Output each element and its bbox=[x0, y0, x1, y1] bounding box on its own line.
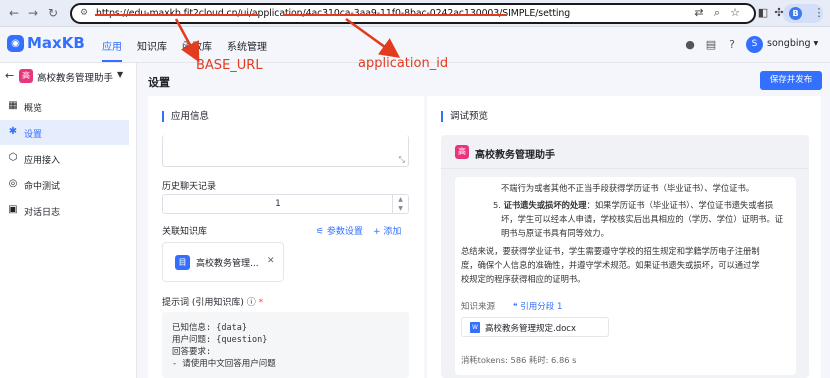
sidebar-item-logs[interactable]: ▣ 对话日志 bbox=[0, 198, 129, 223]
answer-line: 明书与原证书具有同等效力。 bbox=[501, 228, 609, 238]
section-title: 应用信息 bbox=[162, 111, 209, 122]
sidebar-item-label: 概览 bbox=[24, 104, 43, 114]
cite-link[interactable]: ❝ 引用分段 1 bbox=[513, 300, 562, 312]
kb-label: 关联知识库 bbox=[162, 227, 208, 237]
zoom-icon[interactable]: ⌕ bbox=[710, 6, 724, 20]
app-info-panel: 应用信息 ⤡ 历史聊天记录 1 ▲ ▼ 关联知识库 ⚟ 参数设置 + 添加 目 高… bbox=[148, 96, 424, 378]
chat-title: 高校教务管理助手 bbox=[475, 150, 555, 161]
sidebar-item-label: 设置 bbox=[24, 130, 43, 140]
page-title: 设置 bbox=[148, 76, 170, 89]
reload-icon[interactable]: ↻ bbox=[45, 5, 61, 21]
answer-message: 不端行为或者其他不正当手段获得学历证书（毕业证书）、学位证书。 5. 证书遗失或… bbox=[455, 177, 796, 375]
nav-apps[interactable]: 应用 bbox=[102, 38, 122, 53]
bookmark-star-icon[interactable]: ☆ bbox=[728, 6, 742, 20]
nav-functions[interactable]: 函数库 bbox=[182, 38, 212, 53]
kb-card: 目 高校教务管理... ✕ bbox=[162, 242, 284, 282]
github-icon[interactable]: ● bbox=[683, 38, 697, 52]
required-mark: * bbox=[258, 298, 264, 308]
chat-window: 高 高校教务管理助手 不端行为或者其他不正当手段获得学历证书（毕业证书）、学位证… bbox=[441, 135, 809, 378]
logo-icon: ◉ bbox=[7, 35, 24, 52]
back-icon[interactable]: ← bbox=[6, 5, 22, 21]
add-kb-link[interactable]: + 添加 bbox=[373, 224, 401, 237]
source-label: 知识来源 bbox=[461, 302, 496, 312]
answer-line: 校规定的程序获得相应的证明书。 bbox=[461, 274, 586, 284]
prompt-line: 用户问题: {question} bbox=[172, 335, 268, 345]
section-title: 调试预览 bbox=[441, 111, 488, 122]
history-label: 历史聊天记录 bbox=[162, 182, 217, 192]
nav-active-indicator bbox=[102, 60, 122, 62]
answer-line: 不端行为或者其他不正当手段获得学历证书（毕业证书）、学位证书。 bbox=[501, 183, 755, 193]
prompt-line: 回答要求: bbox=[172, 347, 212, 357]
kb-card-name: 高校教务管理... bbox=[196, 259, 259, 269]
docs-icon[interactable]: ▤ bbox=[704, 38, 718, 52]
forward-icon[interactable]: → bbox=[25, 5, 41, 21]
url-suffix: /SIMPLE/setting bbox=[499, 8, 571, 19]
sidebar-item-hit-test[interactable]: ◎ 命中测试 bbox=[0, 172, 129, 197]
history-count-value: 1 bbox=[275, 199, 281, 209]
prompt-textarea[interactable]: 已知信息: {data} 用户问题: {question} 回答要求: - 请使… bbox=[162, 312, 409, 378]
app-id-underline bbox=[283, 14, 506, 16]
help-icon[interactable]: ? bbox=[725, 38, 739, 52]
chat-header: 高 高校教务管理助手 bbox=[441, 135, 809, 169]
usage-stats: 消耗tokens: 586 耗时: 6.86 s bbox=[461, 355, 577, 365]
back-arrow-icon[interactable]: ← bbox=[5, 69, 14, 82]
site-info-icon[interactable]: ⚙ bbox=[80, 8, 88, 18]
preview-panel: 调试预览 高 高校教务管理助手 不端行为或者其他不正当手段获得学历证书（毕业证书… bbox=[427, 96, 821, 378]
logo-text: MaxKB bbox=[27, 34, 85, 52]
caret-down-icon[interactable]: ▼ bbox=[117, 70, 123, 79]
prompt-label: 提示词 (引用知识库) ⓘ * bbox=[162, 295, 263, 308]
translate-icon[interactable]: ⇄ bbox=[692, 6, 706, 20]
prompt-line: 已知信息: {data} bbox=[172, 323, 247, 333]
answer-line: 坏，学生可以经本人申请，学校核实后出具相应的（学历、学位）证明书。证 bbox=[501, 214, 784, 224]
base-url-underline bbox=[95, 14, 258, 16]
word-doc-icon: W bbox=[470, 322, 480, 333]
app-badge: 高 bbox=[19, 69, 33, 83]
sidebar-item-label: 命中测试 bbox=[24, 182, 61, 192]
avatar[interactable]: S bbox=[746, 36, 763, 53]
history-count-input[interactable]: 1 ▲ ▼ bbox=[162, 194, 409, 214]
answer-line: 5. 证书遗失或损坏的处理：如果学历证书（毕业证书）、学位证书遗失或者损 bbox=[493, 199, 773, 211]
user-menu[interactable]: songbing ▾ bbox=[767, 38, 818, 49]
nav-system[interactable]: 系统管理 bbox=[227, 38, 267, 53]
doc-name: 高校教务管理规定.docx bbox=[485, 324, 577, 334]
save-publish-button[interactable]: 保存并发布 bbox=[760, 71, 822, 90]
sidebar-item-settings[interactable]: ✱ 设置 bbox=[0, 120, 129, 145]
sidebar-item-label: 对话日志 bbox=[24, 208, 61, 218]
description-textarea[interactable]: ⤡ bbox=[162, 135, 409, 167]
answer-line: 总结来说，要获得学业证书，学生需要遵守学校的招生规定和学籍学历电子注册制 bbox=[461, 246, 760, 256]
answer-bold: 证书遗失或损坏的处理 bbox=[503, 200, 587, 210]
chat-app-badge: 高 bbox=[455, 145, 469, 159]
grid-icon: ▦ bbox=[8, 100, 18, 111]
list-number: 5. bbox=[493, 200, 504, 210]
sidebar-item-access[interactable]: ⬡ 应用接入 bbox=[0, 146, 129, 171]
app-switcher[interactable]: 高校教务管理助手 bbox=[37, 70, 113, 84]
sidebar-item-label: 应用接入 bbox=[24, 156, 61, 166]
kb-book-icon: 目 bbox=[175, 255, 190, 270]
log-icon: ▣ bbox=[8, 204, 18, 215]
extension-icon[interactable]: ◧ bbox=[756, 6, 770, 20]
profile-avatar[interactable]: B bbox=[789, 7, 802, 20]
answer-text: ：如果学历证书（毕业证书）、学位证书遗失或者损 bbox=[586, 200, 774, 210]
application-id-annotation: application_id bbox=[358, 56, 449, 71]
close-icon[interactable]: ✕ bbox=[267, 256, 275, 266]
param-settings-link[interactable]: ⚟ 参数设置 bbox=[316, 224, 363, 237]
prompt-line: - 请使用中文回答用户问题 bbox=[172, 359, 276, 369]
doc-chip[interactable]: W 高校教务管理规定.docx bbox=[461, 317, 609, 337]
nav-knowledge[interactable]: 知识库 bbox=[137, 38, 167, 53]
menu-kebab-icon[interactable]: ⋮ bbox=[812, 6, 826, 20]
base-url-annotation: BASE_URL bbox=[196, 58, 263, 73]
prompt-label-text: 提示词 (引用知识库) ⓘ bbox=[162, 298, 256, 308]
quantity-stepper[interactable]: ▲ ▼ bbox=[392, 195, 408, 213]
browser-toolbar: ← → ↻ ⚙ https://edu-maxkb.fit2cloud.cn/u… bbox=[0, 0, 830, 27]
cube-icon: ⬡ bbox=[8, 152, 18, 163]
main-content: 设置 保存并发布 应用信息 ⤡ 历史聊天记录 1 ▲ ▼ 关联知识库 ⚟ 参数设置… bbox=[137, 63, 830, 378]
answer-line: 度，确保个人信息的准确性，并遵守学术规范。如果证书遗失或损坏，可以通过学 bbox=[461, 260, 760, 270]
gear-icon: ✱ bbox=[8, 126, 18, 137]
sidebar: ← 高 高校教务管理助手 ▼ ▦ 概览 ✱ 设置 ⬡ 应用接入 ◎ 命中测试 ▣… bbox=[0, 63, 137, 378]
target-icon: ◎ bbox=[8, 178, 18, 189]
resize-handle-icon[interactable]: ⤡ bbox=[399, 155, 405, 165]
sidebar-item-overview[interactable]: ▦ 概览 bbox=[0, 94, 129, 119]
